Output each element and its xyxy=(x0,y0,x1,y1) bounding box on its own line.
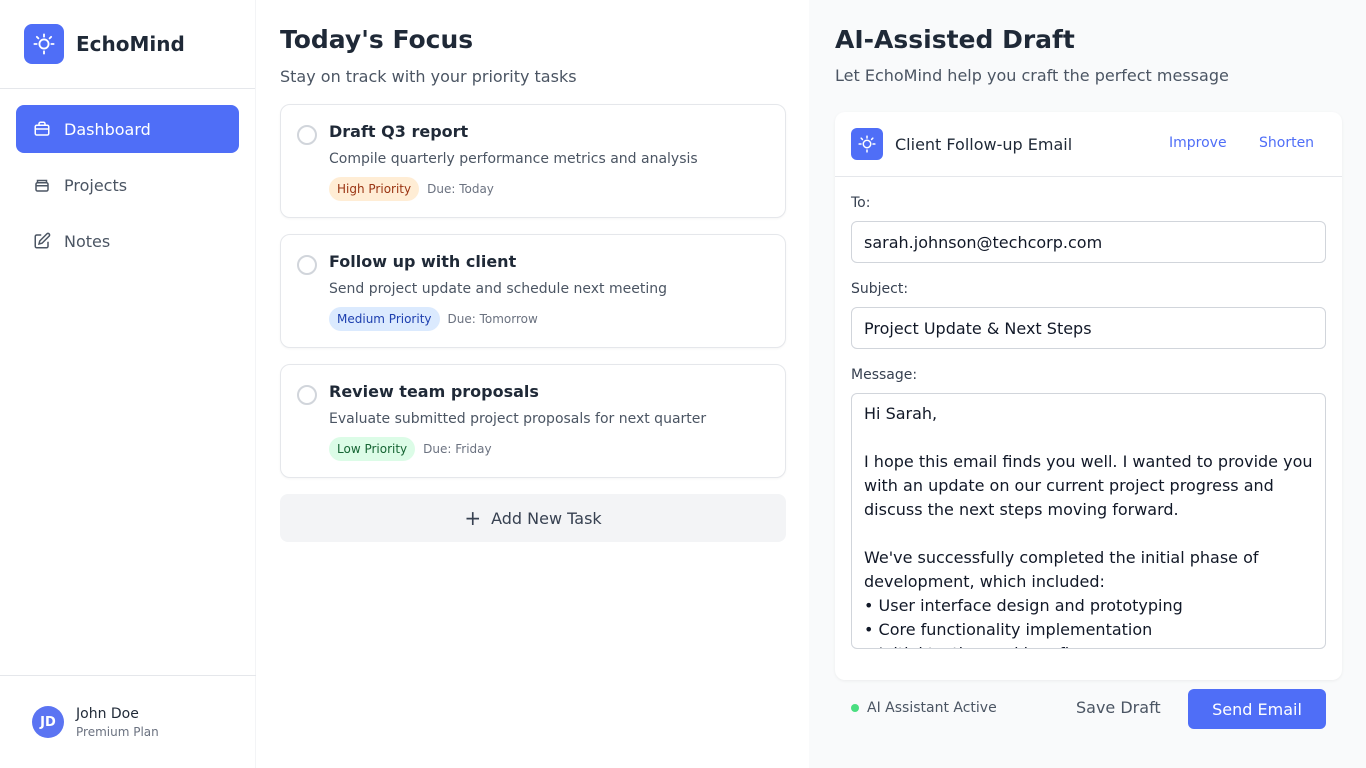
folder-icon xyxy=(32,175,52,195)
add-task-button[interactable]: + Add New Task xyxy=(280,494,786,542)
email-card-title: Client Follow-up Email xyxy=(895,134,1073,154)
email-card: Client Follow-up Email Improve Shorten T… xyxy=(835,112,1342,680)
panel-title: AI-Assisted Draft xyxy=(835,25,1075,54)
shorten-button[interactable]: Shorten xyxy=(1259,135,1314,151)
due-date: Due: Today xyxy=(427,182,494,196)
save-draft-button[interactable]: Save Draft xyxy=(1076,698,1161,717)
email-card-header: Client Follow-up Email Improve Shorten xyxy=(835,112,1342,177)
plus-icon: + xyxy=(464,506,482,530)
sidebar-item-label: Projects xyxy=(64,175,128,195)
sidebar-nav: Dashboard Projects Notes xyxy=(0,89,255,289)
task-description: Send project update and schedule next me… xyxy=(329,281,667,297)
add-task-label: Add New Task xyxy=(491,508,602,528)
due-date: Due: Friday xyxy=(423,442,492,456)
task-checkbox[interactable] xyxy=(297,385,317,405)
draft-panel: AI-Assisted Draft Let EchoMind help you … xyxy=(809,0,1366,768)
page-subtitle: Stay on track with your priority tasks xyxy=(280,67,577,86)
task-card[interactable]: Draft Q3 report Compile quarterly perfor… xyxy=(280,104,786,218)
task-card[interactable]: Review team proposals Evaluate submitted… xyxy=(280,364,786,478)
to-field[interactable]: sarah.johnson@techcorp.com xyxy=(851,221,1326,263)
task-description: Compile quarterly performance metrics an… xyxy=(329,151,698,167)
briefcase-icon xyxy=(32,119,52,139)
brand: EchoMind xyxy=(0,0,255,89)
due-date: Due: Tomorrow xyxy=(447,312,538,326)
task-description: Evaluate submitted project proposals for… xyxy=(329,411,707,427)
task-card[interactable]: Follow up with client Send project updat… xyxy=(280,234,786,348)
improve-button[interactable]: Improve xyxy=(1169,135,1227,151)
sidebar: EchoMind Dashboard Projects Notes JD Joh… xyxy=(0,0,256,768)
lightbulb-icon xyxy=(24,24,64,64)
task-title: Follow up with client xyxy=(329,252,517,271)
draft-footer: AI Assistant Active Save Draft Send Emai… xyxy=(835,688,1326,729)
ai-status: AI Assistant Active xyxy=(851,700,997,716)
message-textarea[interactable]: Hi Sarah, I hope this email finds you we… xyxy=(851,393,1326,649)
to-label: To: xyxy=(851,195,871,211)
avatar: JD xyxy=(32,706,64,738)
lightbulb-icon xyxy=(851,128,883,160)
sidebar-item-label: Notes xyxy=(64,231,111,251)
user-profile[interactable]: JD John Doe Premium Plan xyxy=(0,675,256,768)
task-checkbox[interactable] xyxy=(297,125,317,145)
priority-badge: High Priority xyxy=(329,177,420,201)
task-checkbox[interactable] xyxy=(297,255,317,275)
sidebar-item-dashboard[interactable]: Dashboard xyxy=(16,105,239,153)
edit-icon xyxy=(32,231,52,251)
sidebar-item-notes[interactable]: Notes xyxy=(16,217,239,265)
page-title: Today's Focus xyxy=(280,25,474,54)
send-email-button[interactable]: Send Email xyxy=(1188,689,1326,729)
task-title: Review team proposals xyxy=(329,382,539,401)
user-name: John Doe xyxy=(76,705,139,722)
focus-section: Today's Focus Stay on track with your pr… xyxy=(280,0,786,542)
sidebar-item-label: Dashboard xyxy=(64,119,151,139)
app-name: EchoMind xyxy=(76,32,185,56)
task-title: Draft Q3 report xyxy=(329,122,469,141)
subject-field[interactable]: Project Update & Next Steps xyxy=(851,307,1326,349)
status-dot-icon xyxy=(851,704,859,712)
subject-label: Subject: xyxy=(851,281,909,297)
message-label: Message: xyxy=(851,367,918,383)
task-list: Draft Q3 report Compile quarterly perfor… xyxy=(280,104,786,478)
priority-badge: Medium Priority xyxy=(329,307,440,331)
priority-badge: Low Priority xyxy=(329,437,416,461)
sidebar-item-projects[interactable]: Projects xyxy=(16,161,239,209)
user-plan: Premium Plan xyxy=(76,724,159,739)
panel-subtitle: Let EchoMind help you craft the perfect … xyxy=(835,66,1229,85)
ai-status-label: AI Assistant Active xyxy=(867,700,997,716)
